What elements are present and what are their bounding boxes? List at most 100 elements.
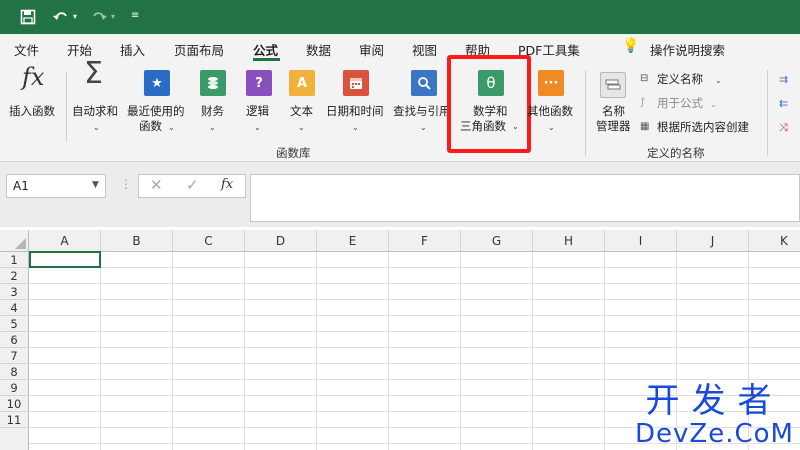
name-box-value: A1 <box>13 179 29 193</box>
magnifier-icon <box>411 70 437 96</box>
lookup-label: 查找与引用 <box>393 104 451 118</box>
redo-dropdown-icon[interactable]: ▾ <box>111 12 115 21</box>
fx-icon: fx <box>22 63 45 91</box>
column-header[interactable]: J <box>677 230 749 252</box>
column-header[interactable]: H <box>533 230 605 252</box>
column-header[interactable]: F <box>389 230 461 252</box>
separator <box>767 70 768 156</box>
logical-label: 逻辑 <box>246 104 269 118</box>
name-tags-icon <box>600 72 626 98</box>
formula-input[interactable] <box>250 174 800 222</box>
chevron-down-icon: ⌄ <box>168 123 175 132</box>
row-header[interactable]: 10 <box>0 396 29 412</box>
trace-dependents-icon[interactable]: ⇇ <box>779 96 788 111</box>
row-header[interactable]: 11 <box>0 412 29 428</box>
chevron-down-icon: ⌄ <box>548 123 555 132</box>
column-header[interactable]: A <box>29 230 101 252</box>
cancel-icon[interactable]: ✕ <box>150 176 163 194</box>
column-header[interactable]: K <box>749 230 800 252</box>
gridline <box>388 252 389 450</box>
tab-review[interactable]: 审阅 <box>359 40 384 59</box>
selected-cell-a1[interactable] <box>29 251 101 268</box>
column-header[interactable]: B <box>101 230 173 252</box>
date-time-label: 日期和时间 <box>326 104 384 118</box>
gridline <box>29 315 800 316</box>
name-box[interactable]: A1 <box>6 174 106 198</box>
column-header[interactable]: E <box>317 230 389 252</box>
sigma-icon: Σ <box>84 56 103 91</box>
more-icon: ··· <box>538 70 564 96</box>
insert-function-fx-icon[interactable]: fx <box>221 177 233 192</box>
gridline <box>29 331 800 332</box>
undo-dropdown-icon[interactable]: ▾ <box>73 12 77 21</box>
column-header[interactable]: C <box>173 230 245 252</box>
chevron-down-icon: ⌄ <box>93 123 100 132</box>
gridline <box>29 347 800 348</box>
row-header[interactable]: 1 <box>0 252 29 268</box>
name-manager-line2: 管理器 <box>596 119 631 133</box>
tab-view[interactable]: 视图 <box>412 40 437 59</box>
row-header[interactable] <box>0 428 29 450</box>
gridline <box>532 252 533 450</box>
more-functions-label: 其他函数 <box>527 104 573 118</box>
recent-label-line2: 函数 <box>139 119 162 133</box>
grid-icon: ▦ <box>640 121 650 132</box>
row-header[interactable]: 2 <box>0 268 29 284</box>
autosum-label: 自动求和 <box>72 104 118 118</box>
row-header[interactable]: 9 <box>0 380 29 396</box>
customize-qat-icon[interactable]: ≡ <box>131 10 139 21</box>
gridline <box>29 363 800 364</box>
tab-insert[interactable]: 插入 <box>120 40 145 59</box>
watermark-line2: DevZe.CoM <box>635 419 794 449</box>
redo-icon[interactable] <box>88 7 110 27</box>
separator <box>66 72 67 142</box>
column-header[interactable]: I <box>605 230 677 252</box>
more-options-icon[interactable]: ⋮ <box>120 177 132 191</box>
row-header[interactable]: 7 <box>0 348 29 364</box>
save-icon[interactable] <box>18 7 38 27</box>
tab-file[interactable]: 文件 <box>14 40 39 59</box>
tag-icon: ⊟ <box>640 73 649 84</box>
separator <box>585 70 586 156</box>
gridline <box>100 252 101 450</box>
chevron-down-icon: ⌄ <box>715 76 722 85</box>
lightbulb-icon: 💡 <box>622 38 640 54</box>
gridline <box>29 299 800 300</box>
chevron-down-icon: ⌄ <box>254 123 261 132</box>
trace-precedents-icon[interactable]: ⇉ <box>779 72 788 87</box>
gridline <box>244 252 245 450</box>
tab-formulas[interactable]: 公式 <box>253 40 278 59</box>
tab-data[interactable]: 数据 <box>306 40 331 59</box>
watermark: 开发者 DevZe.CoM <box>635 382 794 448</box>
row-header[interactable]: 8 <box>0 364 29 380</box>
remove-arrows-icon[interactable]: ⤨ <box>779 120 788 135</box>
financial-label: 财务 <box>201 104 224 118</box>
enter-icon[interactable]: ✓ <box>186 176 199 194</box>
group-label-function-library: 函数库 <box>276 146 311 160</box>
row-header[interactable]: 3 <box>0 284 29 300</box>
row-header[interactable]: 4 <box>0 300 29 316</box>
chevron-down-icon: ⌄ <box>352 123 359 132</box>
tell-me-search[interactable]: 操作说明搜索 <box>650 40 725 59</box>
column-header[interactable]: D <box>245 230 317 252</box>
group-label-defined-names: 定义的名称 <box>647 146 705 160</box>
coins-icon <box>200 70 226 96</box>
star-icon: ★ <box>144 70 170 96</box>
chevron-down-icon: ⌄ <box>298 123 305 132</box>
recent-label-line1: 最近使用的 <box>127 104 185 118</box>
define-name-label: 定义名称 <box>657 72 703 86</box>
gridline <box>29 283 800 284</box>
calendar-icon <box>343 70 369 96</box>
chevron-down-icon: ⌄ <box>710 100 717 109</box>
row-header[interactable]: 6 <box>0 332 29 348</box>
text-label: 文本 <box>290 104 313 118</box>
column-header[interactable]: G <box>461 230 533 252</box>
title-bar <box>0 0 800 34</box>
select-all-corner[interactable] <box>0 230 29 252</box>
row-header[interactable]: 5 <box>0 316 29 332</box>
undo-icon[interactable] <box>50 7 72 27</box>
active-tab-indicator <box>253 58 280 61</box>
name-box-dropdown-icon[interactable]: ▼ <box>92 180 99 190</box>
chevron-down-icon: ⌄ <box>420 123 427 132</box>
tab-page-layout[interactable]: 页面布局 <box>174 40 224 59</box>
